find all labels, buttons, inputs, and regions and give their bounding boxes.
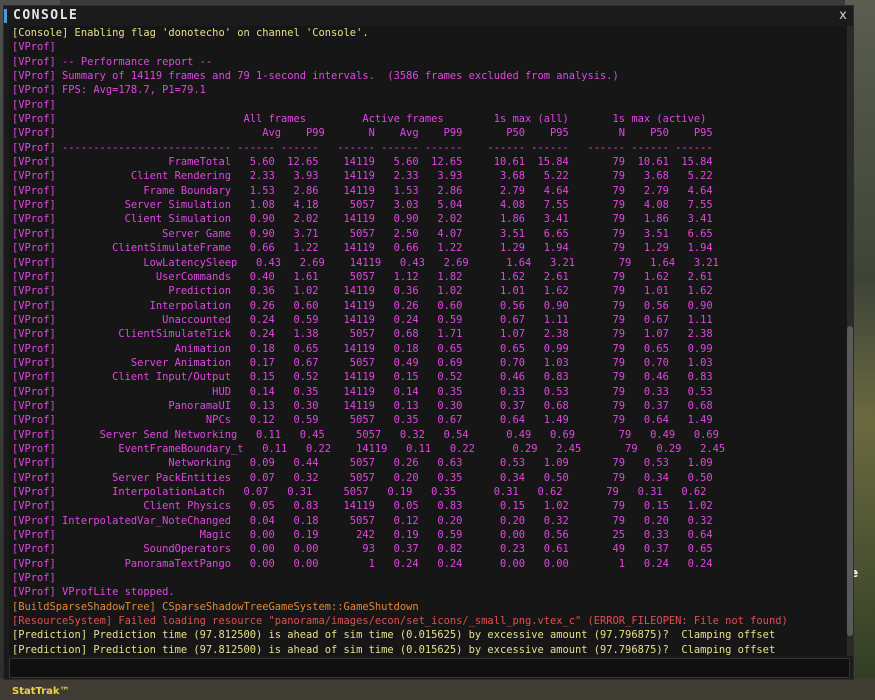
- console-log-line: [VProf] Avg P99 N Avg P99 P50 P95 N P50 …: [12, 127, 713, 140]
- console-log-line: [VProf] VProfLite stopped.: [12, 586, 175, 599]
- console-log-line: [VProf] EventFrameBoundary_t 0.11 0.22 1…: [12, 442, 726, 455]
- console-log-line: [VProf] Animation 0.18 0.65 14119 0.18 0…: [12, 342, 713, 355]
- console-log-line: [VProf] Server PackEntities 0.07 0.32 50…: [12, 471, 713, 484]
- console-log-line: [VProf] Unaccounted 0.24 0.59 14119 0.24…: [12, 313, 713, 326]
- console-log-line: [VProf] InterpolationLatch 0.07 0.31 505…: [12, 486, 707, 498]
- console-log-line: [ResourceSystem] Failed loading resource…: [12, 615, 788, 628]
- console-log-line: [VProf] ClientSimulateFrame 0.66 1.22 14…: [12, 242, 713, 255]
- console-log-line: [VProf] Magic 0.00 0.19 242 0.19 0.59 0.…: [12, 529, 713, 542]
- console-log-line: [VProf] Server Simulation 1.08 4.18 5057…: [12, 199, 713, 212]
- console-log-line: [Console] Enabling flag 'donotecho' on c…: [12, 27, 369, 39]
- console-log-line: [VProf] HUD 0.14 0.35 14119 0.14 0.35 0.…: [12, 385, 713, 398]
- console-log[interactable]: [Console] Enabling flag 'donotecho' on c…: [9, 26, 847, 656]
- console-log-line: [VProf] ClientSimulateTick 0.24 1.38 505…: [12, 328, 713, 341]
- console-log-line: [VProf] Client Input/Output 0.15 0.52 14…: [12, 371, 713, 384]
- console-log-line: [VProf]: [12, 41, 56, 54]
- console-log-line: [VProf] FPS: Avg=178.7, P1=79.1: [12, 84, 206, 97]
- console-log-line: [VProf] Server Send Networking 0.11 0.45…: [12, 428, 719, 441]
- console-log-line: [VProf] Server Game 0.90 3.71 5057 2.50 …: [12, 227, 713, 240]
- console-log-line: [VProf] Client Physics 0.05 0.83 14119 0…: [12, 500, 713, 513]
- console-log-line: [VProf] -- Performance report --: [12, 55, 213, 68]
- console-log-line: [VProf] FrameTotal 5.60 12.65 14119 5.60…: [12, 156, 713, 169]
- console-log-line: [VProf] Networking 0.09 0.44 5057 0.26 0…: [12, 457, 713, 470]
- console-titlebar[interactable]: CONSOLE x: [4, 6, 853, 26]
- stattrak-label: StatTrak™: [12, 686, 70, 697]
- console-log-line: [VProf] Prediction 0.36 1.02 14119 0.36 …: [12, 285, 713, 298]
- console-scrollbar[interactable]: [847, 26, 853, 656]
- console-log-line: [VProf] LowLatencySleep 0.43 2.69 14119 …: [12, 256, 719, 269]
- console-window: CONSOLE x [Console] Enabling flag 'donot…: [3, 5, 854, 680]
- console-input-bar: [9, 658, 850, 679]
- console-command-input[interactable]: [10, 662, 849, 679]
- console-log-line: [VProf] PanoramaUI 0.13 0.30 14119 0.13 …: [12, 399, 713, 412]
- console-log-line: [VProf] All frames Active frames 1s max …: [12, 113, 707, 126]
- console-log-line: [VProf] Client Rendering 2.33 3.93 14119…: [12, 170, 713, 183]
- console-log-line: [VProf]: [12, 98, 56, 111]
- console-log-line: [VProf] PanoramaTextPango 0.00 0.00 1 0.…: [12, 557, 713, 570]
- console-log-line: [VProf] InterpolatedVar_NoteChanged 0.04…: [12, 514, 713, 527]
- console-log-line: [Prediction] Prediction time (97.812500)…: [12, 643, 776, 656]
- close-icon[interactable]: x: [836, 7, 850, 25]
- console-log-line: [VProf] Frame Boundary 1.53 2.86 14119 1…: [12, 184, 713, 197]
- console-log-line: [Prediction] Prediction time (97.812500)…: [12, 629, 776, 642]
- console-log-line: [BuildSparseShadowTree] CSparseShadowTre…: [12, 600, 419, 613]
- scrollbar-thumb[interactable]: [847, 326, 853, 636]
- game-background-bottom: [0, 678, 875, 700]
- console-log-line: [VProf] Client Simulation 0.90 2.02 1411…: [12, 213, 713, 226]
- console-log-line: [VProf] Server Animation 0.17 0.67 5057 …: [12, 356, 713, 369]
- console-log-line: [VProf]: [12, 572, 56, 585]
- console-log-line: [VProf] SoundOperators 0.00 0.00 93 0.37…: [12, 543, 713, 556]
- title-accent-bar: [4, 9, 7, 23]
- console-log-line: [VProf] UserCommands 0.40 1.61 5057 1.12…: [12, 270, 713, 283]
- console-log-line: [VProf] --------------------------- ----…: [12, 141, 713, 154]
- console-log-line: [VProf] Summary of 14119 frames and 79 1…: [12, 70, 619, 83]
- console-log-line: [VProf] Interpolation 0.26 0.60 14119 0.…: [12, 299, 713, 312]
- console-title: CONSOLE: [13, 8, 79, 23]
- console-log-line: [VProf] NPCs 0.12 0.59 5057 0.35 0.67 0.…: [12, 414, 713, 427]
